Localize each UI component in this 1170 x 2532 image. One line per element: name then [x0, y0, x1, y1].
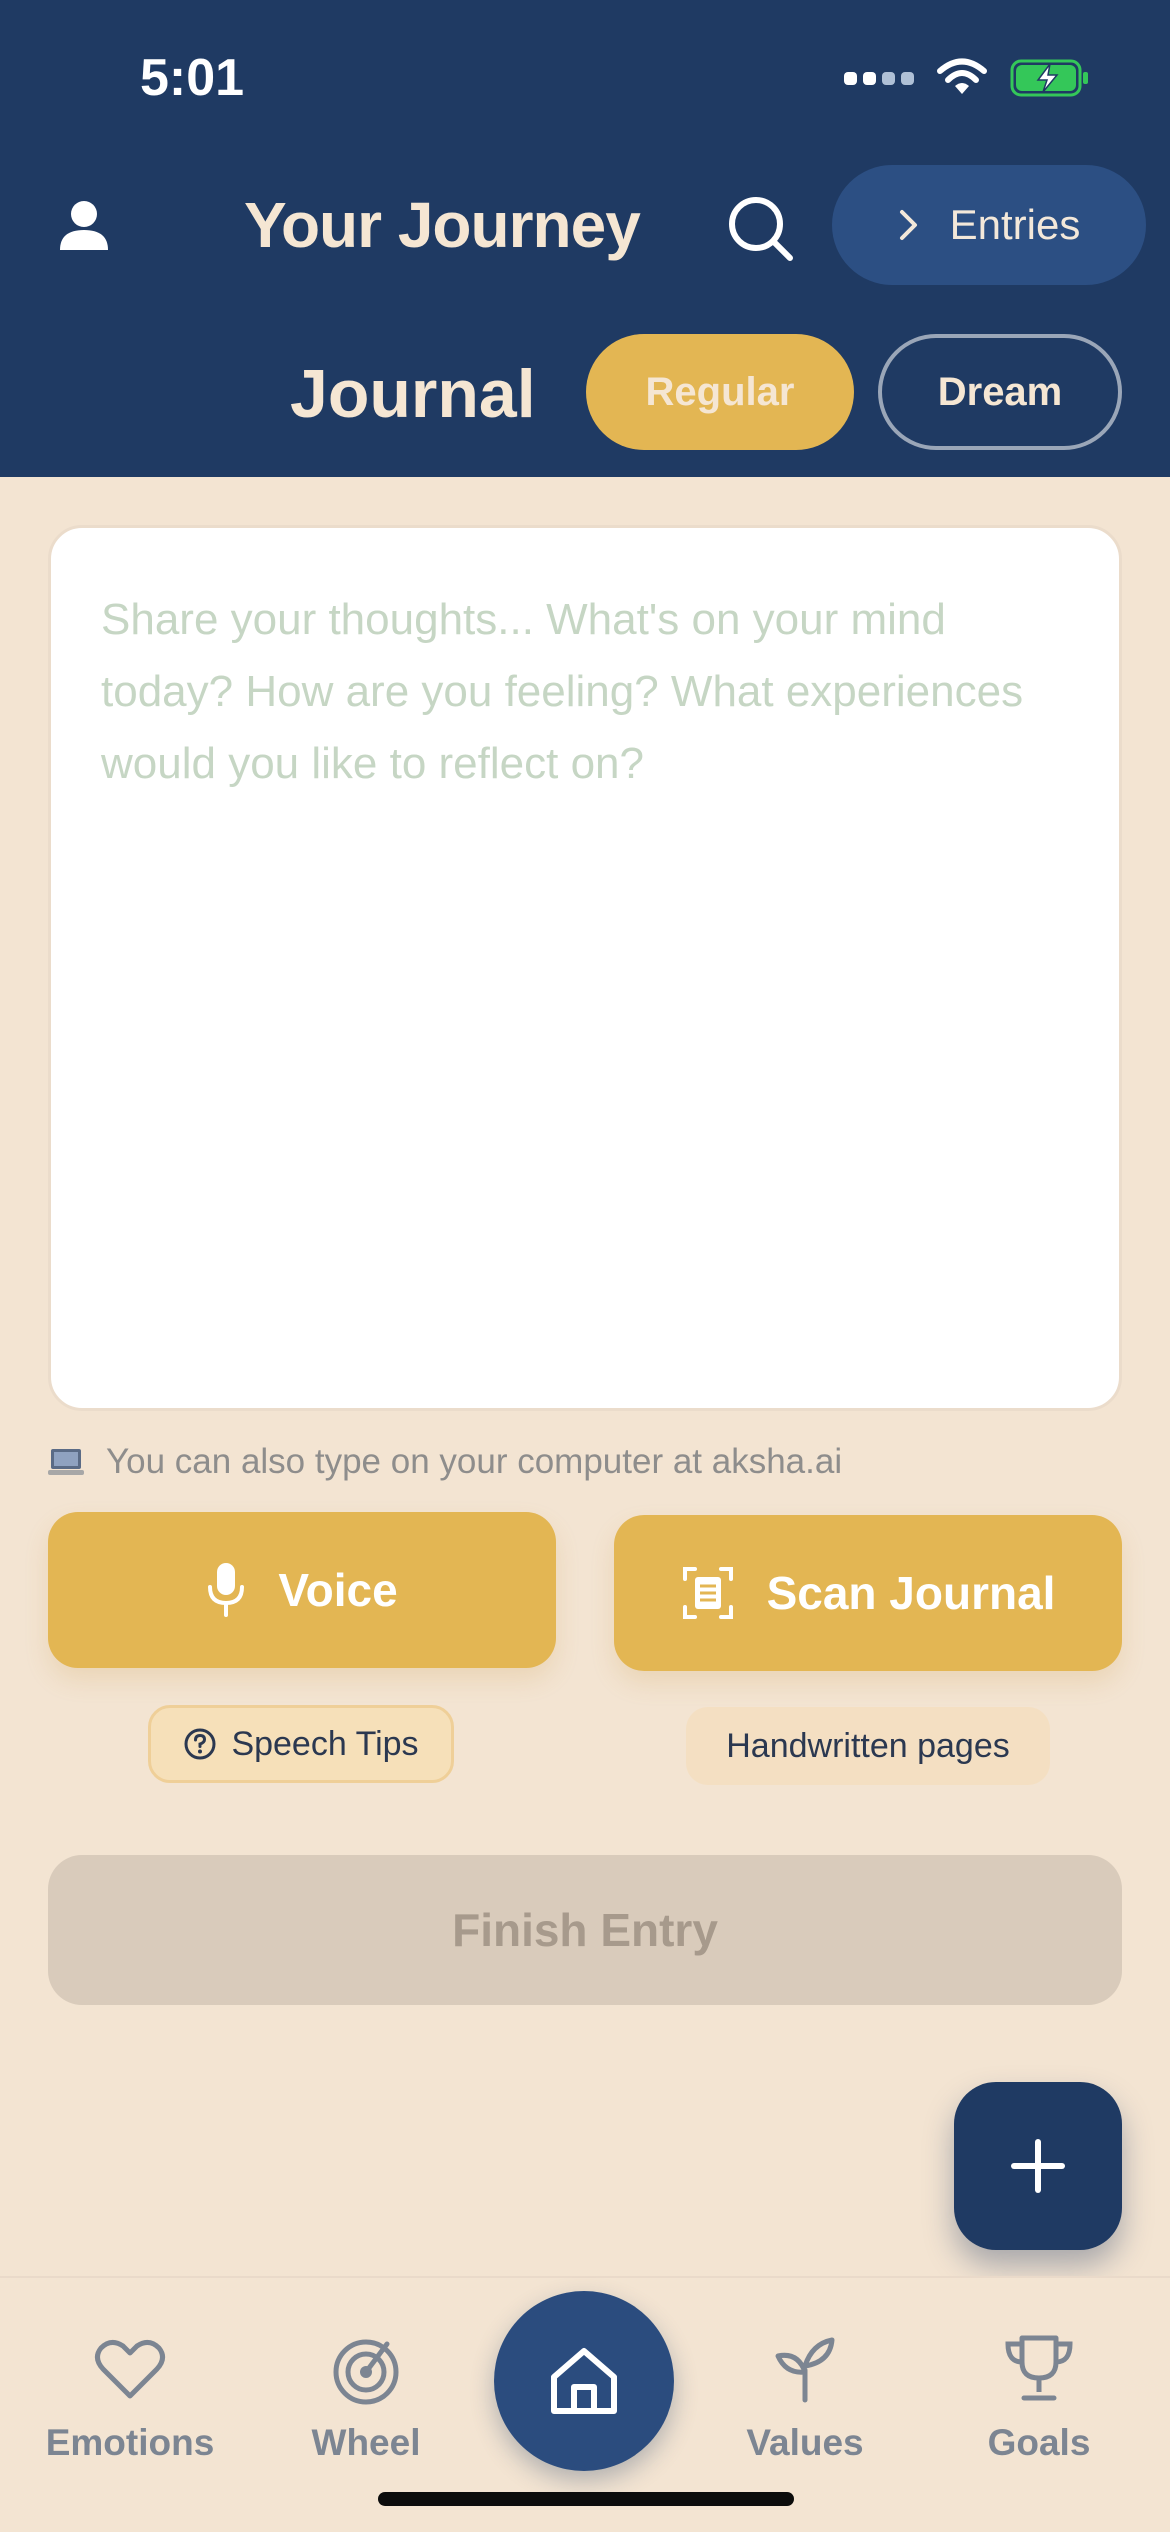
tab-wheel[interactable]: Wheel [296, 2330, 436, 2464]
header: 5:01 Your Journey Entries Journal Regula… [0, 0, 1170, 477]
add-button[interactable] [954, 2082, 1122, 2250]
dream-mode-button[interactable]: Dream [878, 334, 1122, 450]
handwritten-pages-label: Handwritten pages [686, 1707, 1050, 1785]
journal-label: Journal [290, 356, 536, 432]
journal-editor [48, 525, 1122, 1411]
tab-goals-label: Goals [987, 2422, 1091, 2463]
home-icon [551, 2348, 617, 2414]
speech-tips-label: Speech Tips [231, 1724, 419, 1763]
status-icons [844, 58, 1090, 98]
chevron-right-icon [899, 210, 917, 240]
laptop-icon [48, 1449, 84, 1475]
finish-entry-button[interactable]: Finish Entry [48, 1855, 1122, 2005]
journal-textarea[interactable] [51, 528, 1119, 1408]
home-indicator [378, 2492, 794, 2506]
scan-label: Scan Journal [766, 1567, 1056, 1619]
trophy-icon [1005, 2335, 1073, 2401]
tab-values-label: Values [746, 2422, 864, 2463]
person-icon[interactable] [54, 196, 114, 256]
tab-wheel-label: Wheel [311, 2422, 421, 2463]
heart-icon [95, 2340, 165, 2399]
sprout-icon [775, 2337, 835, 2403]
entries-button[interactable]: Entries [832, 165, 1146, 285]
search-icon[interactable] [724, 192, 796, 264]
microphone-icon [208, 1563, 245, 1617]
tab-values[interactable]: Values [734, 2330, 876, 2464]
scan-document-icon [682, 1567, 733, 1619]
target-icon [333, 2339, 399, 2405]
question-circle-icon [184, 1728, 216, 1760]
scan-journal-button[interactable]: Scan Journal [614, 1515, 1122, 1671]
tab-goals[interactable]: Goals [974, 2330, 1104, 2464]
tab-emotions[interactable]: Emotions [42, 2330, 218, 2464]
home-button[interactable] [494, 2291, 674, 2471]
status-time: 5:01 [140, 49, 245, 107]
battery-charging-icon [1010, 59, 1088, 97]
hint-text: You can also type on your computer at ak… [106, 1442, 843, 1481]
desktop-hint: You can also type on your computer at ak… [48, 1442, 842, 1482]
wifi-icon [937, 58, 987, 94]
voice-label: Voice [278, 1564, 398, 1616]
entries-label: Entries [949, 201, 1081, 248]
page-title: Your Journey [244, 189, 641, 261]
regular-mode-button[interactable]: Regular [586, 334, 854, 450]
voice-button[interactable]: Voice [48, 1512, 556, 1668]
plus-icon [1011, 2139, 1065, 2193]
speech-tips-button[interactable]: Speech Tips [148, 1705, 454, 1783]
cellular-signal-icon [844, 71, 914, 85]
tab-emotions-label: Emotions [45, 2422, 215, 2463]
